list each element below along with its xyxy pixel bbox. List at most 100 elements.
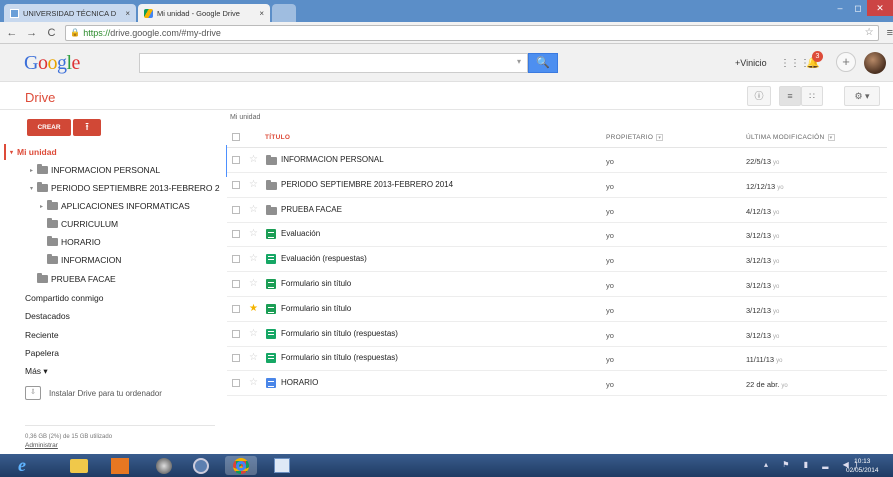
table-row[interactable]: ☆ Evaluación (respuestas) yo 3/12/13 yo bbox=[227, 247, 887, 273]
row-checkbox[interactable] bbox=[232, 255, 240, 264]
sort-icon[interactable]: ▾ bbox=[656, 134, 664, 141]
file-name[interactable]: Formulario sin título bbox=[281, 304, 351, 313]
bookmark-star-icon[interactable]: ☆ bbox=[865, 27, 874, 38]
table-row[interactable]: ☆ Evaluación yo 3/12/13 yo bbox=[227, 222, 887, 248]
sidebar-folder-curriculum[interactable]: CURRICULUM bbox=[0, 215, 222, 233]
column-title[interactable]: TÍTULO bbox=[265, 134, 290, 141]
row-checkbox[interactable] bbox=[232, 156, 240, 164]
create-button[interactable]: CREAR bbox=[27, 119, 71, 136]
star-icon[interactable]: ☆ bbox=[249, 278, 258, 289]
table-row[interactable]: ☆ Formulario sin título (respuestas) yo 3/1… bbox=[227, 322, 887, 347]
address-bar[interactable]: 🔒 https://drive.google.com/#my-drive ☆ bbox=[65, 24, 879, 41]
file-name[interactable]: PERIODO SEPTIEMBRE 2013-FEBRERO 2014 bbox=[281, 180, 453, 189]
column-owner[interactable]: PROPIETARIO ▾ bbox=[606, 134, 664, 141]
table-row[interactable]: ☆ HORARIO yo 22 de abr. yo bbox=[227, 371, 887, 397]
star-icon[interactable]: ☆ bbox=[249, 204, 258, 215]
column-modified[interactable]: ÚLTIMA MODIFICACIÓN ▾ bbox=[746, 134, 835, 141]
sidebar-folder-horario[interactable]: HORARIO bbox=[0, 233, 222, 251]
forward-icon[interactable]: → bbox=[26, 27, 38, 39]
back-icon[interactable]: ← bbox=[6, 27, 18, 39]
sidebar-folder-prueba-facae[interactable]: PRUEBA FACAE bbox=[0, 270, 222, 288]
new-tab-button[interactable] bbox=[272, 4, 296, 22]
sidebar-item-compartido[interactable]: Compartido conmigo bbox=[0, 289, 222, 307]
install-drive-link[interactable]: ⇩ Instalar Drive para tu ordenador bbox=[25, 386, 162, 400]
breadcrumb[interactable]: Mi unidad bbox=[230, 114, 260, 121]
clock[interactable]: 10:13 02/05/2014 bbox=[846, 457, 879, 475]
close-window-icon[interactable]: ✕ bbox=[867, 0, 893, 16]
star-icon[interactable]: ☆ bbox=[249, 179, 258, 190]
row-checkbox[interactable] bbox=[232, 329, 240, 338]
star-icon[interactable]: ☆ bbox=[249, 352, 258, 363]
collapse-triangle-icon[interactable]: ▾ bbox=[30, 185, 37, 192]
star-icon[interactable]: ☆ bbox=[249, 253, 258, 264]
select-all-checkbox[interactable] bbox=[232, 133, 240, 141]
chrome-icon[interactable] bbox=[225, 456, 257, 475]
list-view-button[interactable]: ≡ bbox=[779, 86, 801, 106]
maximize-icon[interactable]: ◻ bbox=[849, 0, 867, 16]
sidebar-item-destacados[interactable]: Destacados bbox=[0, 307, 222, 325]
admin-link[interactable]: Administrar bbox=[25, 442, 58, 449]
star-icon[interactable]: ☆ bbox=[249, 328, 258, 339]
share-plus-button[interactable]: + bbox=[836, 52, 856, 72]
row-checkbox[interactable] bbox=[232, 304, 240, 313]
star-icon[interactable]: ☆ bbox=[249, 154, 258, 165]
star-icon[interactable]: ☆ bbox=[249, 377, 258, 388]
tab-drive[interactable]: Mi unidad - Google Drive × bbox=[138, 4, 270, 22]
table-row[interactable]: ☆ PERIODO SEPTIEMBRE 2013-FEBRERO 2014 yo 1… bbox=[227, 173, 887, 198]
expand-triangle-icon[interactable]: ▸ bbox=[40, 203, 47, 210]
sidebar-item-papelera[interactable]: Papelera bbox=[0, 344, 222, 362]
sidebar-item-mas[interactable]: Más ▾ bbox=[0, 362, 222, 380]
row-checkbox[interactable] bbox=[232, 280, 240, 288]
avatar[interactable] bbox=[864, 52, 886, 74]
row-checkbox[interactable] bbox=[232, 205, 240, 214]
table-row[interactable]: ☆ Formulario sin título yo 3/12/13 yo bbox=[227, 272, 887, 297]
page-title[interactable]: Drive bbox=[25, 90, 55, 105]
menu-icon[interactable]: ≡ bbox=[887, 27, 893, 39]
sidebar-folder-aplicaciones[interactable]: ▸ APLICACIONES INFORMATICAS bbox=[0, 197, 222, 215]
tab-universidad[interactable]: UNIVERSIDAD TÉCNICA D × bbox=[4, 4, 136, 22]
sidebar-folder-informacion-personal[interactable]: ▸ INFORMACION PERSONAL bbox=[0, 161, 222, 179]
file-name[interactable]: Formulario sin título bbox=[281, 279, 351, 288]
paint-icon[interactable] bbox=[268, 456, 296, 475]
sort-icon[interactable]: ▾ bbox=[827, 134, 835, 141]
close-tab-icon[interactable]: × bbox=[125, 9, 130, 18]
file-name[interactable]: PRUEBA FACAE bbox=[281, 205, 342, 214]
row-checkbox[interactable] bbox=[232, 354, 240, 363]
expand-triangle-icon[interactable]: ▸ bbox=[30, 167, 37, 174]
sidebar-item-mi-unidad[interactable]: ▾ Mi unidad bbox=[0, 143, 222, 161]
file-name[interactable]: Evaluación (respuestas) bbox=[281, 254, 367, 263]
clock-app-icon[interactable] bbox=[187, 456, 215, 475]
google-logo[interactable]: Google bbox=[24, 52, 80, 75]
search-input[interactable]: ▾ bbox=[139, 53, 528, 73]
internet-explorer-icon[interactable]: e bbox=[8, 455, 36, 475]
file-name[interactable]: Formulario sin título (respuestas) bbox=[281, 329, 398, 338]
minimize-icon[interactable]: – bbox=[831, 0, 849, 16]
user-name-link[interactable]: +Vinicio bbox=[735, 58, 767, 68]
reload-icon[interactable]: C bbox=[46, 27, 58, 39]
search-button[interactable]: 🔍 bbox=[528, 53, 558, 73]
sidebar-folder-informacion[interactable]: INFORMACION bbox=[0, 251, 222, 269]
row-checkbox[interactable] bbox=[232, 379, 240, 388]
file-explorer-icon[interactable] bbox=[65, 456, 93, 475]
close-tab-icon[interactable]: × bbox=[259, 9, 264, 18]
collapse-triangle-icon[interactable]: ▾ bbox=[10, 149, 17, 156]
star-icon[interactable]: ★ bbox=[249, 303, 258, 314]
settings-button[interactable]: ⚙ ▾ bbox=[844, 86, 880, 106]
upload-button[interactable]: ⭱ bbox=[73, 119, 101, 136]
table-row[interactable]: ☆ INFORMACION PERSONAL yo 22/5/13 yo bbox=[227, 148, 887, 173]
table-row[interactable]: ☆ PRUEBA FACAE yo 4/12/13 yo bbox=[227, 198, 887, 223]
grid-view-button[interactable]: ∷ bbox=[801, 86, 823, 106]
file-name[interactable]: Evaluación bbox=[281, 229, 320, 238]
file-name[interactable]: HORARIO bbox=[281, 378, 318, 387]
office-icon[interactable] bbox=[106, 456, 134, 475]
row-checkbox[interactable] bbox=[232, 230, 240, 239]
sidebar-item-reciente[interactable]: Reciente bbox=[0, 326, 222, 344]
table-row[interactable]: ★ Formulario sin título yo 3/12/13 yo bbox=[227, 297, 887, 322]
file-name[interactable]: Formulario sin título (respuestas) bbox=[281, 353, 398, 362]
row-checkbox[interactable] bbox=[232, 180, 240, 189]
star-icon[interactable]: ☆ bbox=[249, 228, 258, 239]
info-button[interactable]: ⓘ bbox=[747, 86, 771, 106]
table-row[interactable]: ☆ Formulario sin título (respuestas) yo 11/… bbox=[227, 346, 887, 372]
media-player-icon[interactable] bbox=[150, 456, 178, 475]
sidebar-folder-periodo[interactable]: ▾ PERIODO SEPTIEMBRE 2013-FEBRERO 2 bbox=[0, 179, 222, 197]
